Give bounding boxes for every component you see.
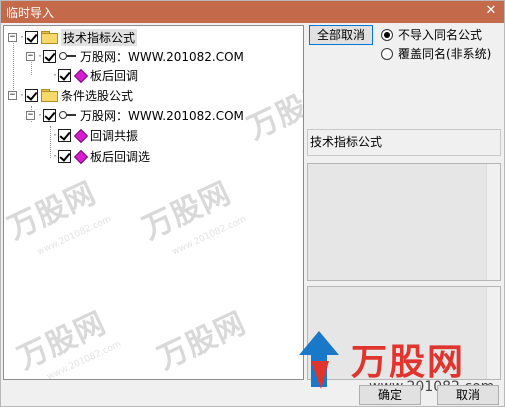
checkbox-checked[interactable] [43,49,57,63]
key-icon [59,109,77,121]
checkbox-checked[interactable] [58,149,72,163]
cancel-all-button[interactable]: 全部取消 [309,25,373,45]
radio-skip-duplicates[interactable]: 不导入同名公式 [381,26,482,43]
tree-node-label: 技术指标公式 [61,28,138,46]
tree-node-formula[interactable]: · 板后回调 [52,66,138,84]
category-label: 技术指标公式 [310,135,383,149]
cancel-button[interactable]: 取消 [437,385,499,405]
tree-node-formula[interactable]: · 板后回调选 [52,147,150,165]
tree-node-label: 条件选股公式 [61,88,134,103]
close-icon[interactable]: ✕ [482,2,500,20]
formula-icon [74,129,86,141]
window-title: 临时导入 [6,6,55,20]
tree-node-formula[interactable]: · 回调共振 [52,126,138,144]
checkbox-checked[interactable] [58,128,72,142]
collapse-toggle[interactable]: − [26,51,35,61]
checkbox-checked[interactable] [58,68,72,82]
category-display: 技术指标公式 [307,129,501,156]
tree-node-screening-formulas[interactable]: − · 条件选股公式 [8,86,133,104]
collapse-toggle[interactable]: − [8,90,17,100]
radio-unselected[interactable] [381,47,393,60]
radio-selected[interactable] [381,28,393,41]
tree-connector [50,126,51,158]
tree-branch: · [37,50,43,62]
watermark-brand: 万股网 [12,305,112,377]
scrollbar[interactable] [486,287,500,379]
tree-node-label: 万股网：WWW.201082.COM [80,49,244,64]
folder-icon [41,31,59,44]
watermark-url: www.201082.com [45,339,123,380]
watermark-brand: 万股网 [242,75,304,147]
tree-branch: · [52,69,58,81]
tree-node-source-site[interactable]: − · 万股网：WWW.201082.COM [26,106,244,124]
tree-node-source-site[interactable]: − · 万股网：WWW.201082.COM [26,47,244,65]
preview-text-area[interactable] [307,286,501,380]
tree-branch: · [52,129,58,141]
tree-node-indicator-formulas[interactable]: − · 技术指标公式 [8,28,138,46]
formula-icon [74,69,86,81]
tree-branch: · [52,150,58,162]
tree-branch: · [37,109,43,121]
watermark-url: www.201082.com [35,214,113,258]
button-bar [1,382,504,406]
tree-node-label: 板后回调 [90,68,139,83]
collapse-toggle[interactable]: − [8,32,17,42]
description-text-area[interactable] [307,163,501,281]
folder-icon [41,89,59,102]
watermark-brand: 万股网 [3,175,102,247]
collapse-toggle[interactable]: − [26,110,35,120]
tree-node-label: 回调共振 [90,128,139,143]
title-bar[interactable]: 临时导入 ✕ [1,1,504,23]
watermark-url: www.201082.com [170,214,248,258]
formula-tree[interactable]: 万股网 万股网 万股网 万股网 万股网 www.201082.com www.2… [3,25,304,380]
tree-node-label: 板后回调选 [90,149,151,164]
radio-label: 不导入同名公式 [398,28,483,42]
radio-overwrite-duplicates[interactable]: 覆盖同名(非系统) [381,45,491,62]
checkbox-checked[interactable] [43,108,57,122]
radio-label: 覆盖同名(非系统) [398,47,492,61]
ok-button[interactable]: 确定 [359,385,421,405]
key-icon [59,50,77,62]
watermark-brand: 万股网 [152,305,252,377]
tree-branch: · [19,31,25,43]
formula-icon [74,150,86,162]
tree-node-label: 万股网：WWW.201082.COM [80,108,244,123]
scrollbar[interactable] [486,164,500,280]
checkbox-checked[interactable] [25,30,39,44]
checkbox-checked[interactable] [25,88,39,102]
tree-branch: · [19,89,25,101]
import-dialog: 临时导入 ✕ 万股网 万股网 万股网 万股网 万股网 www.201082.co… [0,0,505,407]
watermark-brand: 万股网 [137,175,237,247]
